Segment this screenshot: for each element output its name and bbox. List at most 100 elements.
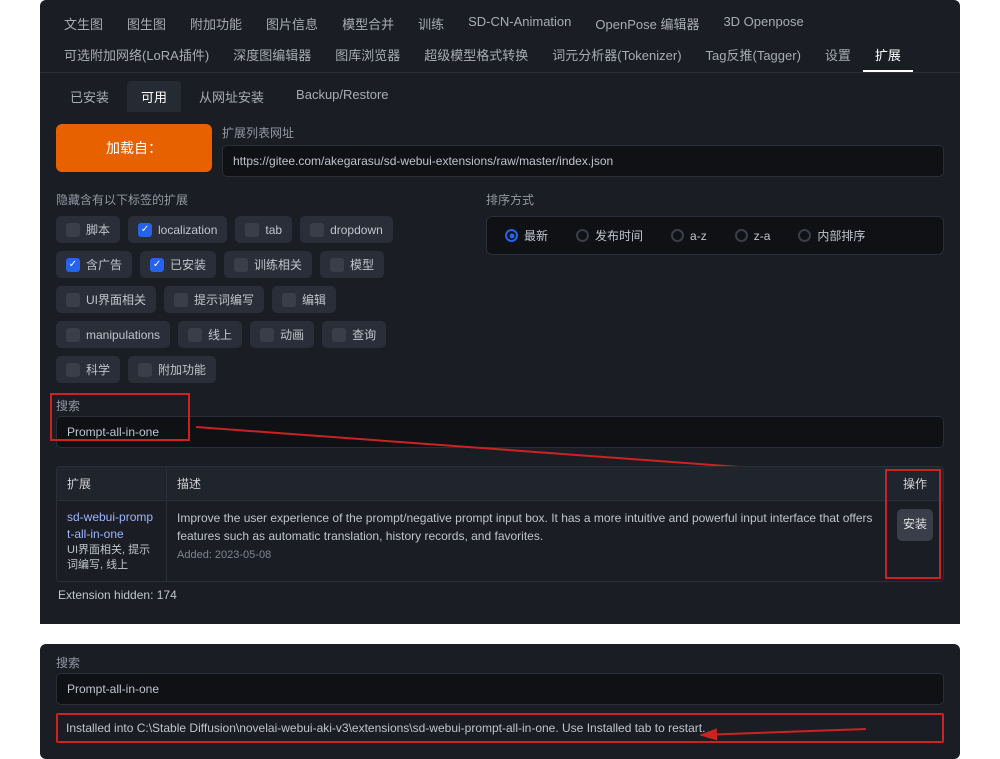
filter-chips: 脚本 ✓localization tab dropdown ✓ 含广告 ✓ 已安装 训练相关 模型… — [56, 216, 456, 383]
main-tab[interactable]: 图库浏览器 — [323, 39, 412, 72]
main-tab[interactable]: 词元分析器(Tokenizer) — [540, 39, 693, 72]
main-tab[interactable]: 深度图编辑器 — [221, 39, 323, 72]
filter-chip-label: 附加功能 — [158, 361, 206, 378]
filter-chip-label: 模型 — [350, 256, 374, 273]
sub-tab[interactable]: 从网址安装 — [185, 81, 278, 112]
filter-chip[interactable]: 附加功能 — [128, 356, 216, 383]
search-input[interactable]: Prompt-all-in-one — [56, 416, 944, 448]
sort-radio[interactable]: 发布时间 — [564, 223, 655, 248]
filter-chip-label: dropdown — [330, 223, 383, 237]
search-label-2: 搜索 — [56, 654, 944, 671]
sub-tabs: 已安装可用从网址安装Backup/Restore — [40, 73, 960, 112]
filter-chip[interactable]: UI界面相关 — [56, 286, 156, 313]
main-tab[interactable]: OpenPose 编辑器 — [583, 8, 711, 39]
th-extension: 扩展 — [57, 467, 167, 500]
checkbox-icon — [234, 258, 248, 272]
filter-chip[interactable]: 线上 — [178, 321, 242, 348]
extensions-table: 扩展 描述 操作 sd-webui-prompt-all-in-one UI界面… — [56, 466, 944, 582]
main-tab[interactable]: 超级模型格式转换 — [412, 39, 540, 72]
th-description: 描述 — [167, 467, 887, 500]
sort-radio[interactable]: a-z — [659, 223, 719, 248]
install-success-message: Installed into C:\Stable Diffusion\novel… — [56, 713, 944, 743]
sub-tab[interactable]: 已安装 — [56, 81, 123, 112]
filter-chip[interactable]: ✓ 已安装 — [140, 251, 216, 278]
hidden-count: Extension hidden: 174 — [56, 582, 944, 612]
filter-chip[interactable]: tab — [235, 216, 292, 243]
checkbox-icon — [245, 223, 259, 237]
filter-chip-label: 脚本 — [86, 221, 110, 238]
filter-chip[interactable]: dropdown — [300, 216, 393, 243]
checkbox-icon: ✓ — [150, 258, 164, 272]
search-input-2[interactable]: Prompt-all-in-one — [56, 673, 944, 705]
filter-chip-label: 训练相关 — [254, 256, 302, 273]
checkbox-icon: ✓ — [66, 258, 80, 272]
filter-chip[interactable]: 查询 — [322, 321, 386, 348]
sort-radio-label: 发布时间 — [595, 227, 643, 244]
sort-radio[interactable]: 内部排序 — [786, 223, 877, 248]
filter-chip[interactable]: 科学 — [56, 356, 120, 383]
sort-radio[interactable]: 最新 — [493, 223, 560, 248]
load-from-button[interactable]: 加载自： — [56, 124, 212, 172]
checkbox-icon — [260, 328, 274, 342]
filter-chip-label: localization — [158, 223, 217, 237]
main-tab[interactable]: 训练 — [406, 8, 456, 39]
filter-chip-label: UI界面相关 — [86, 291, 146, 308]
radio-icon — [576, 229, 589, 242]
radio-icon — [505, 229, 518, 242]
filters-label: 隐藏含有以下标签的扩展 — [56, 191, 456, 208]
radio-icon — [798, 229, 811, 242]
extension-description: Improve the user experience of the promp… — [177, 509, 876, 545]
main-tab[interactable]: 图片信息 — [254, 8, 330, 39]
extension-added-date: Added: 2023-05-08 — [177, 549, 876, 561]
main-tab[interactable]: 图生图 — [115, 8, 178, 39]
extension-name[interactable]: sd-webui-prompt-all-in-one — [67, 509, 156, 543]
extension-url-input[interactable] — [222, 145, 944, 177]
main-tabs: 文生图图生图附加功能图片信息模型合并训练SD-CN-AnimationOpenP… — [40, 0, 960, 73]
main-tab[interactable]: 3D Openpose — [711, 8, 815, 39]
filter-chip-label: 含广告 — [86, 256, 122, 273]
checkbox-icon — [174, 293, 188, 307]
checkbox-icon — [66, 363, 80, 377]
sort-radio[interactable]: z-a — [723, 223, 783, 248]
filter-chip[interactable]: manipulations — [56, 321, 170, 348]
extension-tags: UI界面相关, 提示词编写, 线上 — [67, 543, 156, 574]
main-tab[interactable]: 文生图 — [52, 8, 115, 39]
sort-group: 最新 发布时间 a-z z-a 内部排序 — [486, 216, 944, 255]
sort-radio-label: 内部排序 — [817, 227, 865, 244]
filter-chip[interactable]: ✓localization — [128, 216, 227, 243]
filter-chip[interactable]: 训练相关 — [224, 251, 312, 278]
main-tab[interactable]: 附加功能 — [178, 8, 254, 39]
checkbox-icon — [332, 328, 346, 342]
sub-tab[interactable]: Backup/Restore — [282, 81, 403, 112]
main-tab[interactable]: 扩展 — [863, 39, 913, 72]
filter-chip[interactable]: 动画 — [250, 321, 314, 348]
filter-chip[interactable]: 提示词编写 — [164, 286, 264, 313]
filter-chip-label: 已安装 — [170, 256, 206, 273]
main-tab[interactable]: 模型合并 — [330, 8, 406, 39]
main-tab[interactable]: 设置 — [813, 39, 863, 72]
checkbox-icon — [66, 328, 80, 342]
filter-chip[interactable]: 模型 — [320, 251, 384, 278]
table-row: sd-webui-prompt-all-in-one UI界面相关, 提示词编写… — [57, 500, 943, 581]
radio-icon — [671, 229, 684, 242]
checkbox-icon — [330, 258, 344, 272]
checkbox-icon — [66, 293, 80, 307]
sort-label: 排序方式 — [486, 191, 944, 208]
filter-chip-label: 线上 — [208, 326, 232, 343]
search-label: 搜索 — [56, 397, 944, 414]
filter-chip-label: tab — [265, 223, 282, 237]
checkbox-icon — [282, 293, 296, 307]
url-label: 扩展列表网址 — [222, 124, 944, 141]
filter-chip[interactable]: 编辑 — [272, 286, 336, 313]
sort-radio-label: a-z — [690, 229, 707, 243]
checkbox-icon — [138, 363, 152, 377]
radio-icon — [735, 229, 748, 242]
sub-tab[interactable]: 可用 — [127, 81, 181, 112]
filter-chip[interactable]: 脚本 — [56, 216, 120, 243]
main-tab[interactable]: 可选附加网络(LoRA插件) — [52, 39, 221, 72]
filter-chip-label: 编辑 — [302, 291, 326, 308]
sort-radio-label: z-a — [754, 229, 771, 243]
main-tab[interactable]: Tag反推(Tagger) — [694, 39, 813, 72]
filter-chip[interactable]: ✓ 含广告 — [56, 251, 132, 278]
main-tab[interactable]: SD-CN-Animation — [456, 8, 583, 39]
